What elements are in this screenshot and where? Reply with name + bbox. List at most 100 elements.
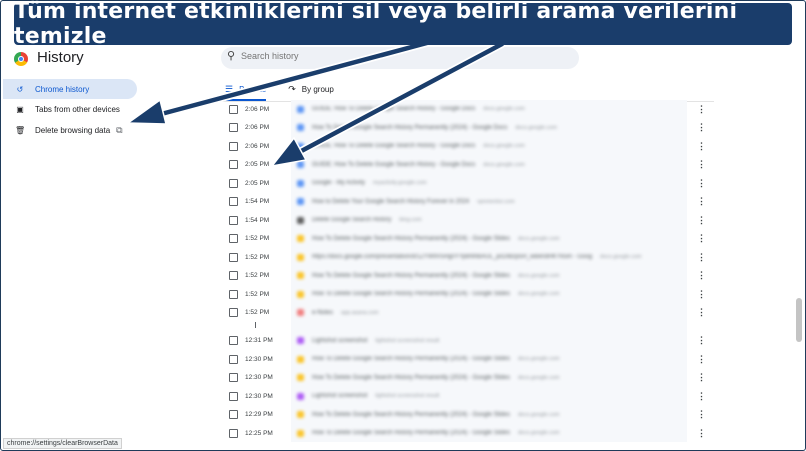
banner-caption: Tüm internet etkinliklerini sil veya bel… <box>14 0 792 49</box>
more-actions-icon[interactable]: ⋮ <box>697 104 706 115</box>
history-row[interactable]: 1:54 PM Delete Google Search History bing.… <box>219 211 714 229</box>
row-checkbox[interactable] <box>229 160 238 169</box>
history-row[interactable]: 1:52 PM How To Delete Google Search Histo… <box>219 285 714 303</box>
history-row[interactable]: 2:06 PM How To Delete Google Search Histo… <box>219 119 714 137</box>
row-entry-link[interactable]: Lightshot screenshot lightshot screenshot… <box>297 392 439 400</box>
history-row[interactable]: 2:05 PM GUIDE: How To Delete Google Searc… <box>219 156 714 174</box>
more-actions-icon[interactable]: ⋮ <box>697 141 706 152</box>
row-time: 12:30 PM <box>245 374 273 381</box>
scrollbar-track[interactable] <box>794 99 802 449</box>
row-entry-link[interactable]: How to Delete Your Google Search History… <box>297 198 515 205</box>
history-row[interactable]: 12:25 PM How To Delete Google Search Hist… <box>219 424 714 442</box>
row-title: How To Delete Google Search History Perm… <box>312 124 508 131</box>
row-entry-link[interactable]: Delete Google Search History bing.com <box>297 216 422 224</box>
list-icon: ☰ <box>225 83 234 94</box>
tab-by-date[interactable]: ☰ By date <box>225 79 267 101</box>
history-row[interactable]: 12:29 PM How To Delete Google Search Hist… <box>219 406 714 424</box>
row-checkbox[interactable] <box>229 234 238 243</box>
row-entry-link[interactable]: Lightshot screenshot lightshot screenshot… <box>297 337 439 344</box>
history-row[interactable]: 12:30 PM How To Delete Google Search Hist… <box>219 350 714 368</box>
history-row[interactable]: 2:05 PM Google - My Activity myactivity.go… <box>219 174 714 192</box>
history-row[interactable]: 12:31 PM Lightshot screenshot lightshot sc… <box>219 332 714 350</box>
row-entry-link[interactable]: GUIDE: How To Delete Google Search Histo… <box>297 142 525 150</box>
row-domain: docs.google.com <box>518 374 560 381</box>
history-row[interactable]: 1:52 PM https://docs.google.com/presentat… <box>219 248 714 266</box>
history-row[interactable]: 1:52 PM How To Delete Google Search Histo… <box>219 230 714 248</box>
row-domain: docs.google.com <box>518 235 560 242</box>
row-checkbox[interactable] <box>229 271 238 280</box>
row-entry-link[interactable]: Google - My Activity myactivity.google.co… <box>297 179 427 187</box>
tab-by-group[interactable]: ↷ By group <box>288 79 334 99</box>
row-entry-link[interactable]: How To Delete Google Search History Perm… <box>297 355 560 363</box>
row-checkbox[interactable] <box>229 141 238 151</box>
row-title: https://docs.google.com/presentation/d/1… <box>312 254 593 260</box>
row-checkbox[interactable] <box>229 428 238 438</box>
row-entry-link[interactable]: GUIDE: How To Delete Google Search Histo… <box>297 161 525 168</box>
row-entry-link[interactable]: https://docs.google.com/presentation/d/1… <box>297 253 642 261</box>
more-actions-icon[interactable]: ⋮ <box>697 307 706 318</box>
row-entry-link[interactable]: How To Delete Google Search History Perm… <box>297 272 560 279</box>
row-title: Google - My Activity <box>312 180 366 186</box>
row-time: 1:52 PM <box>245 235 270 242</box>
row-checkbox[interactable] <box>229 373 238 382</box>
search-input[interactable] <box>239 50 563 62</box>
row-entry-link[interactable]: How To Delete Google Search History Perm… <box>297 411 560 418</box>
row-time: 2:05 PM <box>245 161 270 168</box>
row-checkbox[interactable] <box>229 197 238 206</box>
row-checkbox[interactable] <box>229 308 238 317</box>
row-checkbox[interactable] <box>229 410 238 419</box>
row-time: 2:06 PM <box>245 142 270 150</box>
row-checkbox[interactable] <box>229 178 238 188</box>
history-row[interactable]: 12:30 PM Lightshot screenshot lightshot sc… <box>219 387 714 405</box>
sidebar-item-delete-browsing-data[interactable]: 🗑 Delete browsing data ⧉ <box>3 120 137 140</box>
favicon-icon <box>297 253 304 261</box>
more-actions-icon[interactable]: ⋮ <box>697 391 706 402</box>
more-actions-icon[interactable]: ⋮ <box>697 335 706 346</box>
more-actions-icon[interactable]: ⋮ <box>697 122 706 133</box>
row-checkbox[interactable] <box>229 289 238 299</box>
history-row[interactable]: 1:54 PM How to Delete Your Google Search … <box>219 193 714 211</box>
sidebar-item-tabs-from-other-devices[interactable]: ▣ Tabs from other devices <box>3 100 137 120</box>
history-row[interactable]: 12:30 PM How To Delete Google Search Hist… <box>219 369 714 387</box>
more-actions-icon[interactable]: ⋮ <box>697 354 706 365</box>
row-checkbox[interactable] <box>229 104 238 114</box>
row-checkbox[interactable] <box>229 391 238 401</box>
row-checkbox[interactable] <box>229 252 238 262</box>
row-domain: lightshot screenshot result <box>375 337 440 344</box>
row-checkbox[interactable] <box>229 336 238 345</box>
more-actions-icon[interactable]: ⋮ <box>697 409 706 420</box>
sidebar-item-chrome-history[interactable]: ↺ Chrome history <box>3 79 137 99</box>
favicon-icon <box>297 198 304 205</box>
favicon-icon <box>297 216 304 224</box>
more-actions-icon[interactable]: ⋮ <box>697 252 706 263</box>
row-entry-link[interactable]: How To Delete Google Search History Perm… <box>297 429 560 437</box>
more-actions-icon[interactable]: ⋮ <box>697 215 706 226</box>
favicon-icon <box>297 272 304 279</box>
more-actions-icon[interactable]: ⋮ <box>697 159 706 170</box>
more-actions-icon[interactable]: ⋮ <box>697 196 706 207</box>
search-bar[interactable]: ⚲ <box>221 47 579 69</box>
history-icon: ↺ <box>16 84 24 94</box>
more-actions-icon[interactable]: ⋮ <box>697 270 706 281</box>
row-checkbox[interactable] <box>229 123 238 132</box>
row-entry-link[interactable]: How To Delete Google Search History Perm… <box>297 235 560 242</box>
row-checkbox[interactable] <box>229 354 238 364</box>
more-actions-icon[interactable]: ⋮ <box>697 428 706 439</box>
more-actions-icon[interactable]: ⋮ <box>697 289 706 300</box>
more-actions-icon[interactable]: ⋮ <box>697 178 706 189</box>
row-entry-link[interactable]: e-Notes app.asana.com <box>297 309 379 316</box>
more-actions-icon[interactable]: ⋮ <box>697 372 706 383</box>
history-row[interactable]: 2:06 PM GUIDE: How To Delete Google Searc… <box>219 137 714 155</box>
history-row[interactable]: 1:52 PM e-Notes app.asana.com ⋮ <box>219 304 714 322</box>
row-entry-link[interactable]: How To Delete Google Search History Perm… <box>297 124 557 131</box>
row-entry-link[interactable]: How To Delete Google Search History Perm… <box>297 374 560 381</box>
more-actions-icon[interactable]: ⋮ <box>697 233 706 244</box>
scrollbar-thumb[interactable] <box>796 298 802 342</box>
row-entry-link[interactable]: How To Delete Google Search History Perm… <box>297 290 560 298</box>
history-row[interactable]: 1:52 PM How To Delete Google Search Histo… <box>219 267 714 285</box>
row-entry-link[interactable]: GUIDE: How To Delete Google Search Histo… <box>297 105 525 113</box>
row-checkbox[interactable] <box>229 215 238 225</box>
row-title: GUIDE: How To Delete Google Search Histo… <box>312 106 476 112</box>
favicon-icon <box>297 337 304 344</box>
history-row[interactable]: 2:06 PM GUIDE: How To Delete Google Searc… <box>219 100 714 118</box>
